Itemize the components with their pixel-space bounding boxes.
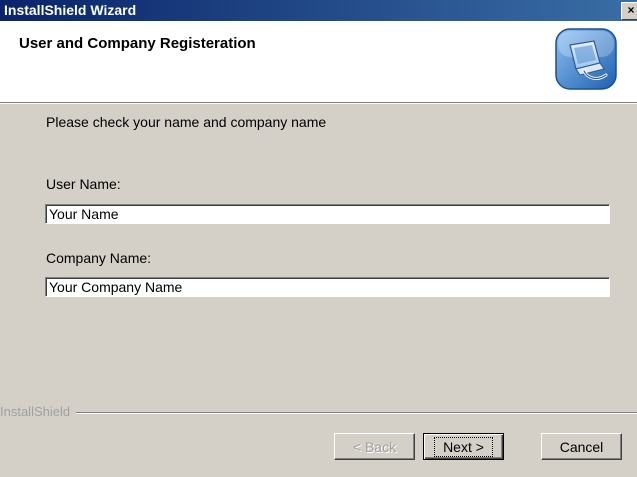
header-panel: User and Company Registeration bbox=[0, 21, 637, 103]
cancel-button[interactable]: Cancel bbox=[541, 433, 622, 460]
instruction-text: Please check your name and company name bbox=[46, 114, 327, 130]
installer-computer-icon bbox=[555, 28, 617, 90]
user-name-field[interactable] bbox=[45, 204, 610, 224]
next-button[interactable]: Next > bbox=[423, 433, 504, 460]
user-name-label: User Name: bbox=[46, 176, 121, 192]
back-button[interactable]: < Back bbox=[334, 433, 415, 460]
page-title: User and Company Registeration bbox=[19, 35, 256, 52]
company-name-label: Company Name: bbox=[46, 250, 152, 266]
window-title: InstallShield Wizard bbox=[4, 2, 137, 18]
close-icon: × bbox=[627, 3, 635, 17]
header-divider bbox=[0, 103, 637, 104]
title-bar[interactable]: InstallShield Wizard × bbox=[0, 0, 637, 21]
company-name-field[interactable] bbox=[45, 277, 610, 297]
close-button[interactable]: × bbox=[621, 2, 637, 20]
next-button-label: Next > bbox=[434, 436, 493, 457]
footer-divider bbox=[0, 412, 637, 414]
installshield-brand: InstallShield bbox=[0, 404, 77, 419]
